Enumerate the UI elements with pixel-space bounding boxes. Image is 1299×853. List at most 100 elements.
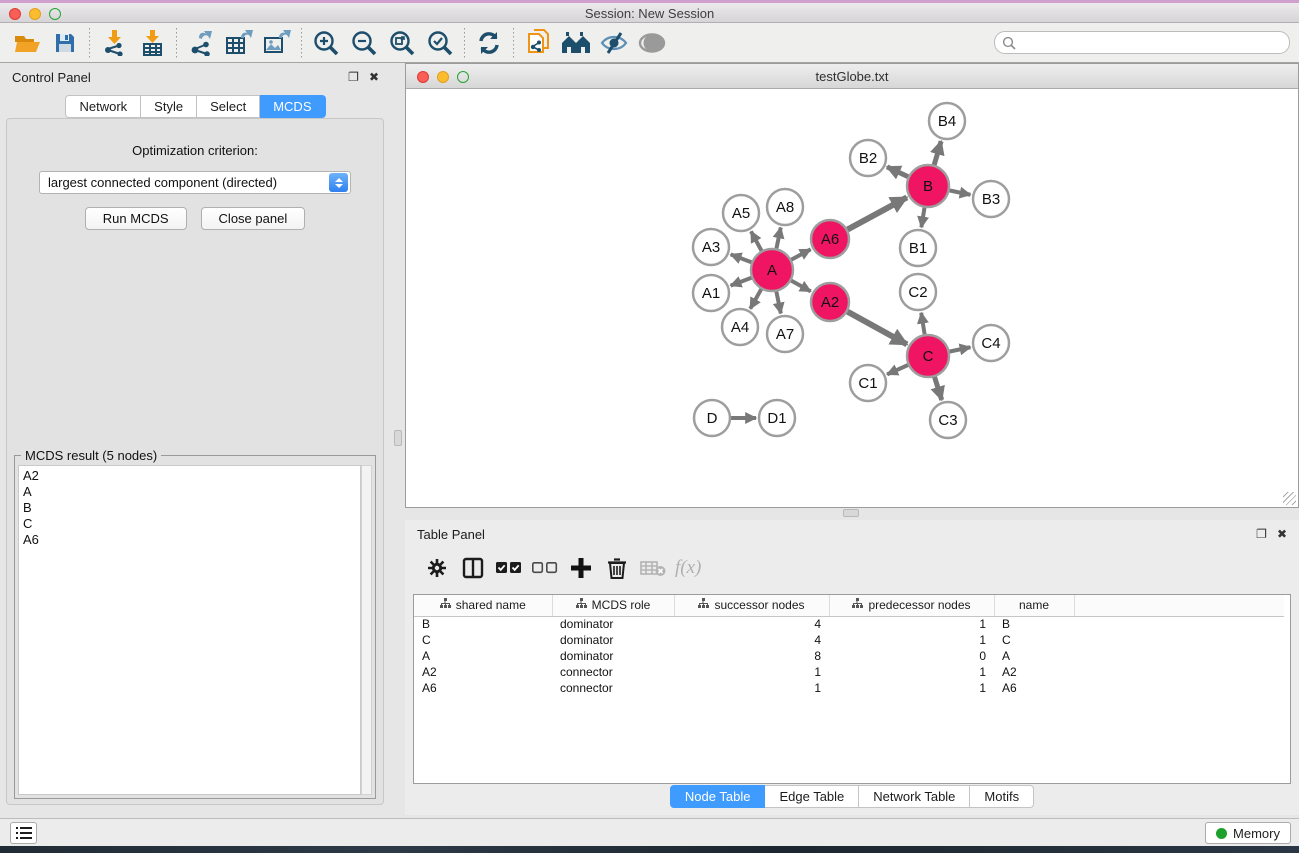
tab-motifs[interactable]: Motifs <box>970 785 1034 808</box>
clone-network-icon[interactable] <box>519 26 557 60</box>
table-cell[interactable]: connector <box>552 664 674 680</box>
first-neighbors-icon[interactable] <box>557 26 595 60</box>
mcds-result-item[interactable]: C <box>23 516 360 532</box>
table-cell[interactable]: dominator <box>552 616 674 632</box>
table-cell[interactable]: 1 <box>674 680 829 696</box>
graph-node-C2[interactable]: C2 <box>900 274 936 310</box>
graph-node-A2[interactable]: A2 <box>811 283 849 321</box>
vertical-splitter-handle[interactable] <box>394 430 402 446</box>
table-cell[interactable]: 1 <box>829 632 994 648</box>
graph-node-B3[interactable]: B3 <box>973 181 1009 217</box>
table-cell[interactable]: 1 <box>674 664 829 680</box>
settings-gear-icon[interactable] <box>419 551 455 585</box>
unselect-all-columns-icon[interactable] <box>527 551 563 585</box>
node-table[interactable]: shared nameMCDS rolesuccessor nodesprede… <box>413 594 1291 784</box>
table-cell[interactable]: A2 <box>414 664 552 680</box>
export-network-icon[interactable] <box>182 26 220 60</box>
run-mcds-button[interactable]: Run MCDS <box>85 207 187 230</box>
table-cell[interactable]: 0 <box>829 648 994 664</box>
graph-node-D1[interactable]: D1 <box>759 400 795 436</box>
table-row[interactable]: Adominator80A <box>414 648 1284 664</box>
table-cell[interactable]: 1 <box>829 616 994 632</box>
horizontal-splitter-handle[interactable] <box>843 509 859 517</box>
graph-node-C1[interactable]: C1 <box>850 365 886 401</box>
float-panel-icon[interactable]: ❐ <box>348 71 359 83</box>
table-cell[interactable]: A6 <box>994 680 1074 696</box>
close-panel-icon[interactable]: ✖ <box>369 71 379 83</box>
import-network-icon[interactable] <box>95 26 133 60</box>
toggle-column-panel-icon[interactable] <box>455 551 491 585</box>
import-table-icon[interactable] <box>133 26 171 60</box>
export-table-icon[interactable] <box>220 26 258 60</box>
table-cell[interactable]: 1 <box>829 664 994 680</box>
refresh-layout-icon[interactable] <box>470 26 508 60</box>
table-cell[interactable]: 1 <box>829 680 994 696</box>
table-cell[interactable]: A <box>414 648 552 664</box>
tab-select[interactable]: Select <box>197 95 260 118</box>
table-row[interactable]: Cdominator41C <box>414 632 1284 648</box>
tab-network-table[interactable]: Network Table <box>859 785 970 808</box>
mcds-result-item[interactable]: A2 <box>23 468 360 484</box>
close-table-panel-icon[interactable]: ✖ <box>1277 528 1287 540</box>
table-cell[interactable]: A <box>994 648 1074 664</box>
tab-mcds[interactable]: MCDS <box>260 95 325 118</box>
mcds-result-list[interactable]: A2ABCA6 <box>18 465 361 795</box>
hide-selected-icon[interactable] <box>595 26 633 60</box>
table-cell[interactable]: C <box>994 632 1074 648</box>
table-row[interactable]: Bdominator41B <box>414 616 1284 632</box>
mcds-result-scrollbar[interactable] <box>361 465 372 795</box>
graph-node-B[interactable]: B <box>907 165 949 207</box>
save-session-icon[interactable] <box>46 26 84 60</box>
table-cell[interactable]: B <box>414 616 552 632</box>
graph-node-C4[interactable]: C4 <box>973 325 1009 361</box>
graph-node-B4[interactable]: B4 <box>929 103 965 139</box>
table-cell[interactable]: A2 <box>994 664 1074 680</box>
graph-node-A5[interactable]: A5 <box>723 195 759 231</box>
graph-node-A4[interactable]: A4 <box>722 309 758 345</box>
network-window-titlebar[interactable]: testGlobe.txt <box>406 64 1298 89</box>
zoom-out-icon[interactable] <box>345 26 383 60</box>
column-header[interactable]: name <box>994 595 1074 616</box>
table-cell[interactable]: 8 <box>674 648 829 664</box>
mcds-result-item[interactable]: B <box>23 500 360 516</box>
graph-node-C[interactable]: C <box>907 335 949 377</box>
network-canvas[interactable]: AA1A2A3A4A5A6A7A8BB1B2B3B4CC1C2C3C4DD1 <box>406 89 1298 507</box>
optimization-criterion-select[interactable]: largest connected component (directed) <box>39 171 351 194</box>
table-cell[interactable]: 4 <box>674 632 829 648</box>
table-cell[interactable]: C <box>414 632 552 648</box>
float-table-panel-icon[interactable]: ❐ <box>1256 528 1267 540</box>
graph-node-A6[interactable]: A6 <box>811 220 849 258</box>
table-cell[interactable]: B <box>994 616 1074 632</box>
delete-column-icon[interactable] <box>599 551 635 585</box>
show-all-icon[interactable] <box>633 26 671 60</box>
tab-edge-table[interactable]: Edge Table <box>765 785 859 808</box>
column-header[interactable]: MCDS role <box>552 595 674 616</box>
column-header[interactable]: predecessor nodes <box>829 595 994 616</box>
zoom-in-icon[interactable] <box>307 26 345 60</box>
open-session-icon[interactable] <box>8 26 46 60</box>
mcds-result-item[interactable]: A6 <box>23 532 360 548</box>
tab-style[interactable]: Style <box>141 95 197 118</box>
search-field[interactable] <box>994 31 1290 54</box>
graph-node-B2[interactable]: B2 <box>850 140 886 176</box>
zoom-fit-icon[interactable] <box>383 26 421 60</box>
export-image-icon[interactable] <box>258 26 296 60</box>
table-cell[interactable]: A6 <box>414 680 552 696</box>
graph-node-D[interactable]: D <box>694 400 730 436</box>
table-cell[interactable]: 4 <box>674 616 829 632</box>
select-all-columns-icon[interactable] <box>491 551 527 585</box>
graph-node-A8[interactable]: A8 <box>767 189 803 225</box>
graph-node-B1[interactable]: B1 <box>900 230 936 266</box>
graph-node-A[interactable]: A <box>751 249 793 291</box>
table-row[interactable]: A6connector11A6 <box>414 680 1284 696</box>
close-panel-button[interactable]: Close panel <box>201 207 306 230</box>
mcds-result-item[interactable]: A <box>23 484 360 500</box>
task-history-button[interactable] <box>10 822 37 844</box>
add-column-icon[interactable] <box>563 551 599 585</box>
graph-node-C3[interactable]: C3 <box>930 402 966 438</box>
table-cell[interactable]: connector <box>552 680 674 696</box>
memory-button[interactable]: Memory <box>1205 822 1291 844</box>
graph-node-A3[interactable]: A3 <box>693 229 729 265</box>
table-row[interactable]: A2connector11A2 <box>414 664 1284 680</box>
main-titlebar[interactable]: Session: New Session <box>0 3 1299 23</box>
